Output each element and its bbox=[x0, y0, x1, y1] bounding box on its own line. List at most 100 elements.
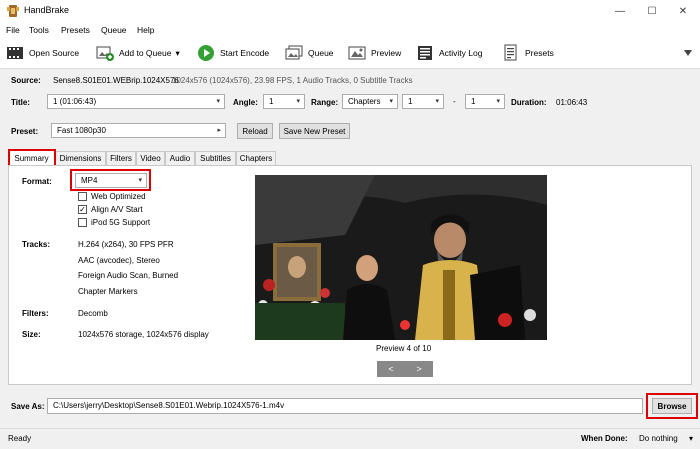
range-start-select[interactable]: 1 ▾ bbox=[402, 94, 444, 109]
toolbar: Open Source Add to Queue ▾ Start Encode bbox=[0, 38, 700, 69]
tab-filters[interactable]: Filters bbox=[106, 151, 136, 165]
source-name: Sense8.S01E01.WEBrip.1024X576 bbox=[53, 76, 179, 85]
range-end-select[interactable]: 1 ▾ bbox=[465, 94, 505, 109]
preview-label: Preview bbox=[371, 48, 402, 58]
save-as-label: Save As: bbox=[11, 402, 45, 411]
start-encode-label: Start Encode bbox=[220, 48, 270, 58]
preview-image bbox=[255, 175, 547, 340]
maximize-button[interactable]: ☐ bbox=[637, 0, 667, 22]
save-new-preset-button[interactable]: Save New Preset bbox=[279, 123, 350, 139]
menu-bar: File Tools Presets Queue Help bbox=[0, 22, 700, 38]
size-label: Size: bbox=[22, 330, 41, 339]
duration-label: Duration: bbox=[511, 98, 547, 107]
track-item: AAC (avcodec), Stereo bbox=[78, 256, 160, 265]
size-value: 1024x576 storage, 1024x576 display bbox=[78, 330, 209, 339]
menu-tools[interactable]: Tools bbox=[29, 25, 49, 35]
web-optimized-checkbox[interactable] bbox=[78, 192, 87, 201]
tab-audio[interactable]: Audio bbox=[165, 151, 195, 165]
preset-select[interactable]: Fast 1080p30 ▸ bbox=[51, 123, 226, 138]
range-type-select[interactable]: Chapters ▾ bbox=[342, 94, 398, 109]
ipod-checkbox[interactable] bbox=[78, 218, 87, 227]
add-to-queue-dropdown-icon[interactable]: ▾ bbox=[175, 48, 179, 59]
minimize-button[interactable]: — bbox=[605, 0, 635, 22]
preview-button[interactable]: Preview bbox=[348, 43, 401, 63]
chevron-down-icon: ▾ bbox=[216, 98, 220, 105]
menu-help[interactable]: Help bbox=[137, 25, 154, 35]
preset-label: Preset: bbox=[11, 127, 39, 136]
source-info: 1024x576 (1024x576), 23.98 FPS, 1 Audio … bbox=[172, 76, 413, 85]
browse-highlight bbox=[646, 393, 698, 419]
status-text: Ready bbox=[8, 434, 32, 443]
queue-icon bbox=[285, 45, 303, 60]
activity-log-icon bbox=[418, 46, 432, 60]
preset-select-value: Fast 1080p30 bbox=[57, 126, 106, 135]
queue-button[interactable]: Queue bbox=[285, 43, 334, 63]
range-dash: - bbox=[453, 97, 456, 106]
filters-label: Filters: bbox=[22, 309, 49, 318]
when-done-label: When Done: bbox=[581, 434, 628, 443]
angle-label: Angle: bbox=[233, 98, 258, 107]
open-source-button[interactable]: Open Source bbox=[6, 43, 79, 63]
when-done-chevron-icon[interactable]: ▾ bbox=[689, 434, 693, 443]
title-bar: HandBrake — ☐ ✕ bbox=[0, 0, 700, 22]
range-start-value: 1 bbox=[408, 97, 413, 106]
chevron-down-icon: ▾ bbox=[435, 98, 439, 105]
preview-next-button[interactable]: > bbox=[405, 361, 433, 377]
align-av-label: Align A/V Start bbox=[91, 205, 143, 214]
format-highlight bbox=[70, 169, 151, 191]
web-optimized-label: Web Optimized bbox=[91, 192, 146, 201]
chevron-down-icon: ▾ bbox=[296, 98, 300, 105]
film-icon bbox=[7, 47, 23, 59]
duration-value: 01:06:43 bbox=[556, 98, 588, 107]
menu-queue[interactable]: Queue bbox=[101, 25, 127, 35]
when-done-value[interactable]: Do nothing bbox=[639, 434, 678, 443]
tab-dimensions[interactable]: Dimensions bbox=[55, 151, 106, 165]
toolbar-overflow-icon[interactable] bbox=[684, 50, 692, 56]
angle-select-value: 1 bbox=[269, 97, 274, 106]
preview-prev-button[interactable]: < bbox=[377, 361, 405, 377]
tracks-label: Tracks: bbox=[22, 240, 51, 249]
range-end-value: 1 bbox=[471, 97, 476, 106]
title-select[interactable]: 1 (01:06:43) ▾ bbox=[47, 94, 225, 109]
tab-chapters[interactable]: Chapters bbox=[236, 151, 276, 165]
play-icon bbox=[198, 45, 214, 61]
activity-log-button[interactable]: Activity Log bbox=[416, 43, 482, 63]
save-as-path-value: C:\Users\jerry\Desktop\Sense8.S01E01.Web… bbox=[53, 401, 285, 410]
preview-icon bbox=[348, 46, 366, 60]
start-encode-button[interactable]: Start Encode bbox=[197, 43, 269, 63]
chevron-down-icon: ▾ bbox=[389, 98, 393, 105]
chevron-down-icon: ▾ bbox=[496, 98, 500, 105]
menu-presets[interactable]: Presets bbox=[61, 25, 90, 35]
tab-subtitles[interactable]: Subtitles bbox=[195, 151, 236, 165]
handbrake-window: HandBrake — ☐ ✕ File Tools Presets Queue… bbox=[0, 0, 700, 449]
app-title: HandBrake bbox=[24, 5, 70, 15]
track-item: H.264 (x264), 30 FPS PFR bbox=[78, 240, 174, 249]
add-to-queue-button[interactable]: Add to Queue ▾ bbox=[96, 43, 180, 63]
presets-button[interactable]: Presets bbox=[502, 43, 554, 63]
close-button[interactable]: ✕ bbox=[668, 0, 698, 22]
title-label: Title: bbox=[11, 98, 30, 107]
range-type-value: Chapters bbox=[348, 97, 381, 106]
angle-select[interactable]: 1 ▾ bbox=[263, 94, 305, 109]
presets-icon bbox=[504, 44, 517, 61]
open-source-label: Open Source bbox=[29, 48, 80, 58]
align-av-checkbox[interactable]: ✓ bbox=[78, 205, 87, 214]
range-label: Range: bbox=[311, 98, 339, 107]
menu-file[interactable]: File bbox=[6, 25, 20, 35]
add-queue-icon bbox=[96, 46, 114, 61]
title-select-value: 1 (01:06:43) bbox=[53, 97, 97, 106]
reload-button[interactable]: Reload bbox=[237, 123, 273, 139]
queue-label: Queue bbox=[308, 48, 334, 58]
chevron-right-icon: ▸ bbox=[217, 127, 221, 134]
format-label: Format: bbox=[22, 177, 52, 186]
add-to-queue-label: Add to Queue bbox=[119, 48, 172, 58]
tab-video[interactable]: Video bbox=[136, 151, 165, 165]
handbrake-logo-icon bbox=[7, 5, 19, 17]
track-item: Chapter Markers bbox=[78, 287, 138, 296]
filters-value: Decomb bbox=[78, 309, 108, 318]
source-label: Source: bbox=[11, 76, 41, 85]
presets-label: Presets bbox=[525, 48, 554, 58]
activity-log-label: Activity Log bbox=[439, 48, 483, 58]
ipod-label: iPod 5G Support bbox=[91, 218, 151, 227]
save-as-path-field[interactable]: C:\Users\jerry\Desktop\Sense8.S01E01.Web… bbox=[47, 398, 643, 414]
